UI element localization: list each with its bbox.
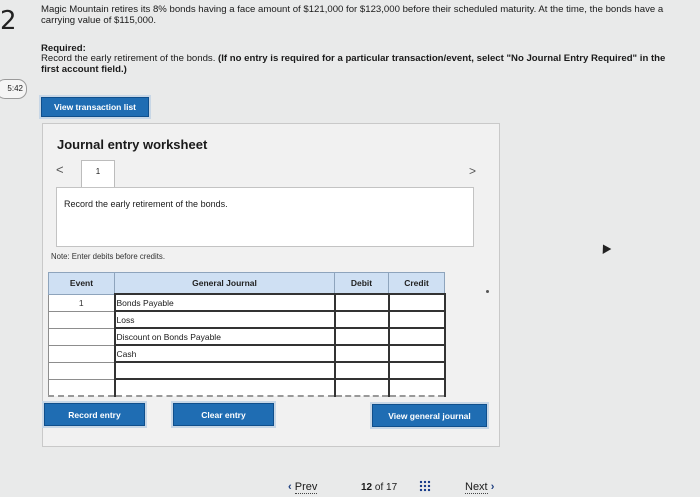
entry-tab-1[interactable]: 1 xyxy=(81,160,115,188)
previous-entry-arrow-icon[interactable]: < xyxy=(56,162,64,177)
page-of-label: of xyxy=(374,482,384,493)
prev-button[interactable]: ‹ Prev xyxy=(288,481,318,494)
debit-column-header: Debit xyxy=(334,272,389,295)
event-cell xyxy=(48,310,115,329)
worksheet-title: Journal entry worksheet xyxy=(57,137,208,152)
journal-header-row: Event General Journal Debit Credit xyxy=(48,272,445,295)
debit-input[interactable] xyxy=(333,378,390,397)
journal-row: Discount on Bonds Payable xyxy=(48,327,446,346)
next-button[interactable]: Next › xyxy=(465,481,495,494)
timer-badge: 5:42 xyxy=(0,79,27,99)
required-instructions: Record the early retirement of the bonds… xyxy=(41,53,681,75)
journal-row xyxy=(48,378,446,397)
credit-input[interactable] xyxy=(387,293,446,312)
next-entry-arrow-icon[interactable]: > xyxy=(469,164,476,178)
record-entry-button[interactable]: Record entry xyxy=(44,403,145,426)
debit-input[interactable] xyxy=(333,293,390,312)
event-cell xyxy=(48,361,115,380)
entry-description-box xyxy=(56,187,474,247)
journal-row: Cash xyxy=(48,344,446,363)
journal-row: 1 Bonds Payable xyxy=(48,293,446,312)
next-label: Next xyxy=(465,481,488,494)
chevron-right-icon: › xyxy=(490,481,495,493)
credit-column-header: Credit xyxy=(388,272,445,295)
journal-table: Event General Journal Debit Credit 1 Bon… xyxy=(48,272,446,397)
debit-input[interactable] xyxy=(333,327,390,346)
debit-input[interactable] xyxy=(333,344,390,363)
chevron-left-icon: ‹ xyxy=(288,481,292,493)
credit-input[interactable] xyxy=(387,344,446,363)
current-page: 12 xyxy=(361,482,373,493)
question-text: Magic Mountain retires its 8% bonds havi… xyxy=(41,4,664,26)
debit-input[interactable] xyxy=(333,310,390,329)
credit-input[interactable] xyxy=(387,327,446,346)
account-select[interactable] xyxy=(113,361,336,380)
event-cell xyxy=(48,344,115,363)
account-select[interactable]: Loss xyxy=(113,310,336,329)
account-select[interactable]: Discount on Bonds Payable xyxy=(113,327,336,346)
account-select[interactable] xyxy=(113,378,336,397)
event-cell xyxy=(48,327,115,346)
mouse-cursor-icon xyxy=(598,242,612,254)
entry-description: Record the early retirement of the bonds… xyxy=(64,199,228,209)
credit-input[interactable] xyxy=(387,310,446,329)
debit-credit-note: Note: Enter debits before credits. xyxy=(51,252,165,261)
event-column-header: Event xyxy=(48,272,115,295)
journal-row: Loss xyxy=(48,310,446,329)
view-general-journal-button[interactable]: View general journal xyxy=(372,404,487,427)
event-cell xyxy=(48,378,115,397)
grid-icon[interactable] xyxy=(419,480,431,492)
page-indicator: 12 of 17 xyxy=(361,482,397,493)
credit-input[interactable] xyxy=(387,361,446,380)
account-select[interactable]: Bonds Payable xyxy=(113,293,336,312)
general-journal-column-header: General Journal xyxy=(114,272,335,295)
event-cell: 1 xyxy=(48,293,115,312)
prev-label: Prev xyxy=(294,481,318,494)
required-text: Record the early retirement of the bonds… xyxy=(41,53,219,64)
journal-row xyxy=(48,361,446,380)
dot-marker xyxy=(486,290,489,293)
view-transaction-list-button[interactable]: View transaction list xyxy=(41,97,149,117)
credit-input[interactable] xyxy=(387,378,446,397)
clear-entry-button[interactable]: Clear entry xyxy=(173,403,274,426)
question-number: 2 xyxy=(0,6,17,36)
total-pages: 17 xyxy=(386,482,398,493)
debit-input[interactable] xyxy=(333,361,390,380)
account-select[interactable]: Cash xyxy=(113,344,336,363)
